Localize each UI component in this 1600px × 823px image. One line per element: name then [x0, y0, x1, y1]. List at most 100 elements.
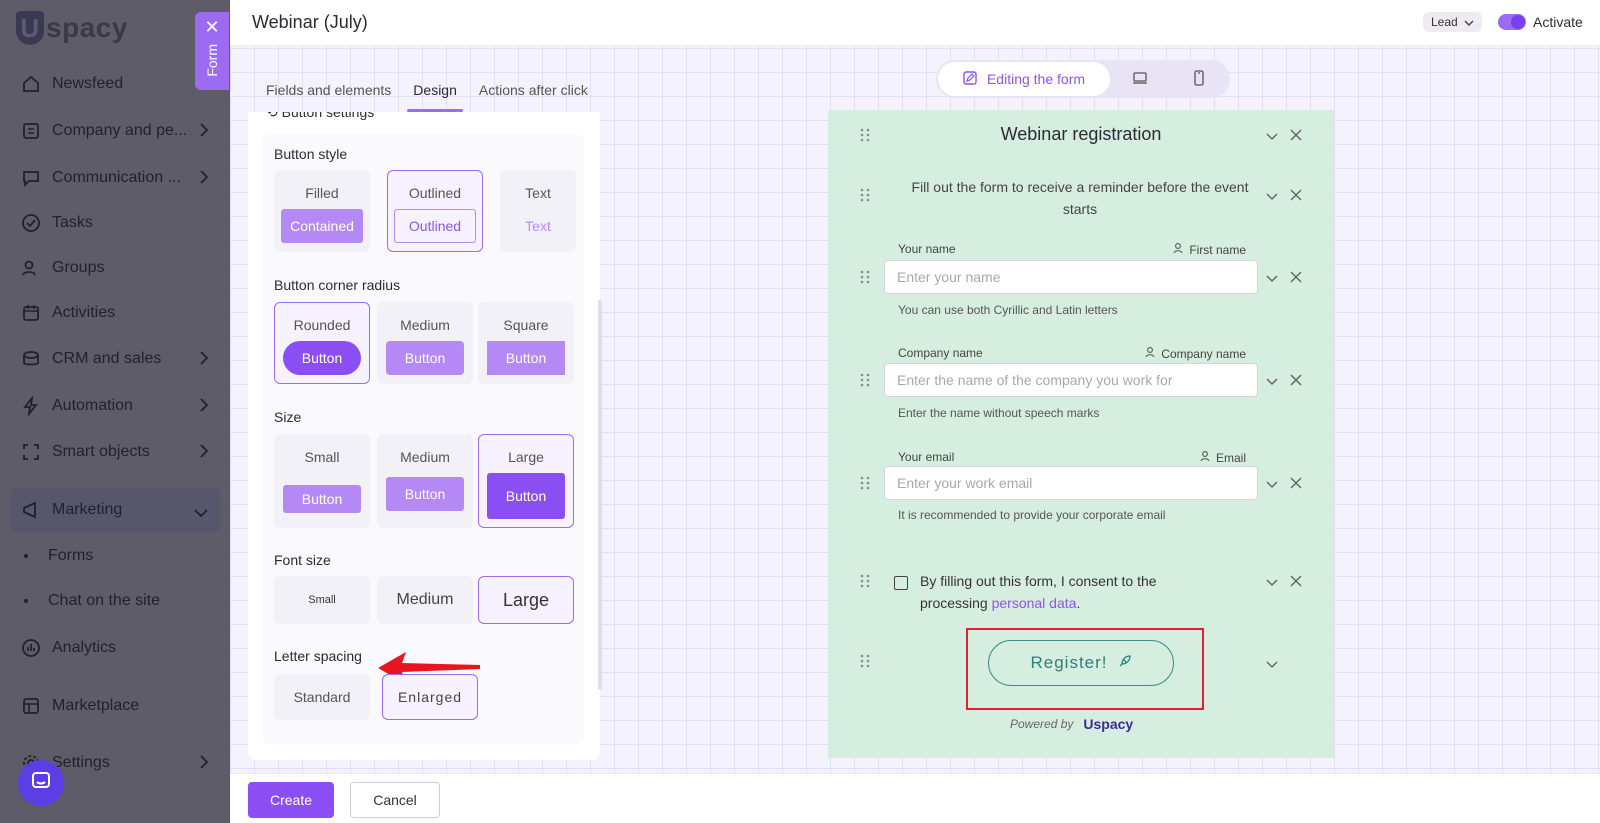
drag-handle-icon[interactable] [860, 476, 870, 490]
register-button[interactable]: Register! [988, 640, 1174, 686]
company-input[interactable] [884, 363, 1258, 397]
close-icon[interactable] [1290, 476, 1302, 494]
form-description[interactable]: Fill out the form to receive a reminder … [898, 176, 1262, 220]
close-icon[interactable] [1290, 128, 1302, 146]
panel-scrollbar[interactable] [598, 300, 602, 690]
font-size-option-small[interactable]: Small [274, 576, 370, 624]
editor-footer: Create Cancel [230, 773, 1600, 823]
editor-tabs: Fields and elements Design Actions after… [266, 80, 588, 112]
radius-option-rounded[interactable]: Rounded Button [274, 302, 370, 384]
chevron-down-icon [194, 504, 208, 522]
style-option-filled[interactable]: Filled Contained [274, 170, 370, 252]
form-panel-tab[interactable]: ✕ Form [195, 12, 229, 90]
drag-handle-icon[interactable] [860, 654, 870, 668]
logo-text: spacy [46, 12, 128, 43]
size-option-medium[interactable]: Medium Button [377, 434, 473, 528]
sidebar-sub-label: Forms [48, 547, 94, 564]
chevron-down-icon[interactable] [1266, 373, 1278, 391]
drag-handle-icon[interactable] [860, 373, 870, 387]
sidebar-item-label: Company and pe... [52, 122, 188, 139]
tab-design[interactable]: Design [407, 80, 463, 112]
smart-object-icon [20, 441, 42, 463]
chevron-down-icon[interactable] [1266, 656, 1278, 674]
sidebar-item-activities[interactable]: Activities [0, 293, 230, 333]
sidebar-item-analytics[interactable]: Analytics [0, 628, 230, 668]
bullet-icon [24, 554, 28, 558]
drag-handle-icon[interactable] [860, 188, 870, 202]
close-icon[interactable]: ✕ [204, 18, 219, 36]
consent-end: . [1076, 595, 1081, 611]
mobile-preview-icon[interactable] [1192, 70, 1206, 91]
size-option-small[interactable]: Small Button [274, 434, 370, 528]
corner-radius-label: Button corner radius [274, 277, 401, 293]
tab-actions-after-click[interactable]: Actions after click [479, 80, 588, 112]
font-size-option-large[interactable]: Large [478, 576, 574, 624]
field-mapping-company: Company name [1145, 346, 1246, 361]
close-icon[interactable] [1290, 270, 1302, 288]
letter-spacing-option-enlarged[interactable]: Enlarged [382, 674, 478, 720]
sidebar-item-crm[interactable]: CRM and sales [0, 339, 230, 379]
preview-button: Text [525, 218, 551, 234]
activate-toggle[interactable] [1498, 14, 1526, 30]
field-mapping-label: First name [1189, 242, 1246, 257]
drag-handle-icon[interactable] [860, 270, 870, 284]
cancel-button[interactable]: Cancel [350, 782, 440, 818]
style-option-text[interactable]: Text Text [500, 170, 576, 252]
entity-select[interactable]: Lead [1423, 12, 1482, 32]
building-icon [20, 120, 42, 142]
create-button[interactable]: Create [248, 782, 334, 818]
coins-icon [20, 348, 42, 370]
sidebar-item-company[interactable]: Company and pe... [0, 111, 230, 151]
brand-logo: Uspacy [1083, 716, 1133, 732]
brand-name: spacy [1093, 716, 1134, 732]
powered-by: Powered by Uspacy [1010, 716, 1133, 732]
form-title[interactable]: Webinar registration [828, 124, 1334, 145]
chevron-down-icon[interactable] [1266, 574, 1278, 592]
chevron-down-icon[interactable] [1266, 188, 1278, 206]
chevron-down-icon[interactable] [1266, 476, 1278, 494]
preview-button: Outlined [394, 209, 476, 243]
font-size-option-medium[interactable]: Medium [377, 576, 473, 624]
check-circle-icon [20, 212, 42, 234]
name-input[interactable] [884, 260, 1258, 294]
chevron-down-icon[interactable] [1266, 270, 1278, 288]
sidebar-item-smart-objects[interactable]: Smart objects [0, 432, 230, 472]
style-option-outlined[interactable]: Outlined Outlined [387, 170, 483, 252]
row-controls [1266, 188, 1302, 206]
chevron-down-icon[interactable] [1266, 128, 1278, 146]
sidebar-sub-forms[interactable]: Forms [0, 538, 230, 574]
email-input[interactable] [884, 466, 1258, 500]
sidebar-item-marketing[interactable]: Marketing [0, 490, 230, 530]
tab-fields-and-elements[interactable]: Fields and elements [266, 80, 391, 112]
consent-block: By filling out this form, I consent to t… [894, 570, 1190, 614]
sidebar-item-marketplace[interactable]: Marketplace [0, 686, 230, 726]
user-icon [1200, 450, 1212, 465]
consent-checkbox[interactable] [894, 576, 908, 590]
editing-mode-button[interactable]: Editing the form [938, 62, 1110, 96]
size-option-large[interactable]: Large Button [478, 434, 574, 528]
support-chat-button[interactable] [18, 760, 64, 806]
radius-option-medium[interactable]: Medium Button [377, 302, 473, 384]
sidebar-item-tasks[interactable]: Tasks [0, 203, 230, 243]
desktop-preview-icon[interactable] [1132, 70, 1148, 91]
settings-icon: ⟲ [266, 112, 278, 120]
entity-select-value: Lead [1431, 15, 1458, 29]
sidebar-item-label: Newsfeed [52, 75, 124, 92]
size-label: Size [274, 409, 302, 425]
sidebar-item-label: Settings [52, 754, 110, 771]
close-icon[interactable] [1290, 188, 1302, 206]
close-icon[interactable] [1290, 574, 1302, 592]
letter-spacing-option-standard[interactable]: Standard [274, 674, 370, 720]
sidebar-sub-chat[interactable]: Chat on the site [0, 583, 230, 619]
radius-option-square[interactable]: Square Button [478, 302, 574, 384]
section-heading: Button settings [281, 112, 375, 120]
personal-data-link[interactable]: personal data [992, 595, 1077, 611]
drag-handle-icon[interactable] [860, 574, 870, 588]
sidebar-item-automation[interactable]: Automation [0, 386, 230, 426]
sidebar-item-communication[interactable]: Communication ... [0, 158, 230, 198]
chevron-right-icon [200, 398, 209, 417]
consent-text-wrap: By filling out this form, I consent to t… [920, 570, 1190, 614]
close-icon[interactable] [1290, 373, 1302, 391]
field-label-company: Company name [898, 346, 983, 360]
sidebar-item-groups[interactable]: Groups [0, 248, 230, 288]
